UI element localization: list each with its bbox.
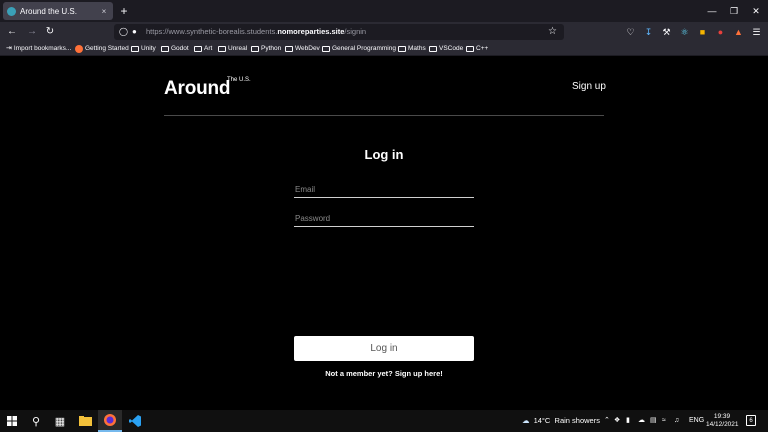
folder-icon [429,46,437,52]
bookmark-folder-art[interactable]: Art [194,42,212,56]
react-devtools-icon[interactable]: ⚛ [678,25,691,39]
language-indicator[interactable]: ENG [689,410,704,432]
tab-title: Around the U.S. [20,6,77,16]
clock-date: 14/12/2021 [706,421,739,428]
downloads-icon[interactable]: ↧ [642,25,655,39]
folder-icon [251,46,259,52]
folder-icon [322,46,330,52]
bookmark-getting-started[interactable]: Getting Started [75,42,129,56]
cloud-rain-icon: ☁ [522,416,530,425]
header-divider [164,115,604,116]
shield-icon[interactable]: ◯ [119,24,128,40]
minimize-button[interactable]: — [702,3,722,19]
bookmark-folder-maths[interactable]: Maths [398,42,426,56]
forward-arrow-icon[interactable]: → [24,24,40,40]
site-logo[interactable]: Around [164,78,231,100]
task-view-icon[interactable]: ▦ [48,410,72,432]
profile-icon[interactable]: ▲ [732,25,745,39]
start-windows-icon[interactable] [0,410,24,432]
bookmark-star-icon[interactable]: ☆ [548,24,557,40]
bookmark-folder-cpp[interactable]: C++ [466,42,488,56]
url-text[interactable]: https://www.synthetic-borealis.students.… [146,24,366,40]
header-signup-link[interactable]: Sign up [572,81,606,92]
bookmark-folder-general-programming[interactable]: General Programming [322,42,396,56]
folder-icon [161,46,169,52]
folder-icon [466,46,474,52]
dropbox-icon[interactable]: ❖ [614,410,620,432]
menu-hamburger-icon[interactable]: ☰ [750,25,763,39]
reload-icon[interactable]: ↻ [42,24,58,40]
bookmark-folder-vscode[interactable]: VSCode [429,42,463,56]
site-favicon-icon [7,6,16,16]
notification-center-icon[interactable]: 6 [746,415,756,426]
wrench-icon[interactable]: ⚒ [660,25,673,39]
wifi-icon[interactable]: ≈ [662,410,666,432]
folder-icon [398,46,406,52]
bookmark-folder-webdev[interactable]: WebDev [285,42,320,56]
extension-icon[interactable]: ■ [696,25,709,39]
battery-icon[interactable]: ▮ [626,410,630,432]
email-field[interactable] [294,182,474,198]
firefox-icon [75,45,83,53]
onedrive-icon[interactable]: ☁ [638,410,645,432]
bookmark-folder-unreal[interactable]: Unreal [218,42,247,56]
page-content: Around The U.S. Sign up Log in Log in No… [0,56,768,410]
browser-tab[interactable]: Around the U.S. × [3,2,113,20]
folder-icon [285,46,293,52]
bookmark-folder-python[interactable]: Python [251,42,281,56]
login-button[interactable]: Log in [294,336,474,361]
folder-icon [218,46,226,52]
file-explorer-icon[interactable] [73,410,97,432]
bookmarks-bar: ⇥ Import bookmarks... Getting Started Uni… [0,42,768,56]
browser-tab-bar: Around the U.S. × + — ❐ ✕ [0,0,768,22]
signup-here-link[interactable]: Not a member yet? Sign up here! [0,369,768,378]
search-icon[interactable]: ⚲ [24,410,48,432]
back-arrow-icon[interactable]: ← [4,24,20,40]
volume-icon[interactable]: ♫ [674,410,679,432]
url-bar[interactable]: ◯ ● https://www.synthetic-borealis.stude… [114,24,564,40]
folder-icon [194,46,202,52]
folder-icon [131,46,139,52]
password-field[interactable] [294,211,474,227]
bookmark-folder-godot[interactable]: Godot [161,42,189,56]
login-title: Log in [364,147,404,162]
close-window-button[interactable]: ✕ [746,3,766,19]
lock-icon[interactable]: ● [132,24,137,40]
chevron-up-icon[interactable]: ⌃ [604,410,610,432]
browser-nav-bar: ← → ↻ ◯ ● https://www.synthetic-borealis… [0,22,768,42]
clock-time: 19:39 [713,413,731,420]
network-icon[interactable]: ▤ [650,410,657,432]
import-icon: ⇥ [6,45,12,52]
weather-widget[interactable]: ☁ 14°C Rain showers [522,410,600,432]
vscode-taskbar-icon[interactable] [123,410,147,432]
bookmark-import[interactable]: ⇥ Import bookmarks... [6,42,71,56]
site-logo-superscript: The U.S. [227,77,251,83]
bookmark-folder-unity[interactable]: Unity [131,42,156,56]
system-clock[interactable]: 19:39 14/12/2021 [706,413,739,429]
pocket-icon[interactable]: ♡ [624,25,637,39]
firefox-taskbar-icon[interactable] [98,410,122,432]
adblock-icon[interactable]: ● [714,25,727,39]
new-tab-button[interactable]: + [117,3,131,19]
maximize-button[interactable]: ❐ [724,3,744,19]
tab-close-icon[interactable]: × [99,7,109,16]
windows-taskbar: ⚲ ▦ ☁ 14°C Rain showers ⌃ ❖ ▮ ☁ ▤ ≈ ♫ EN… [0,410,768,432]
